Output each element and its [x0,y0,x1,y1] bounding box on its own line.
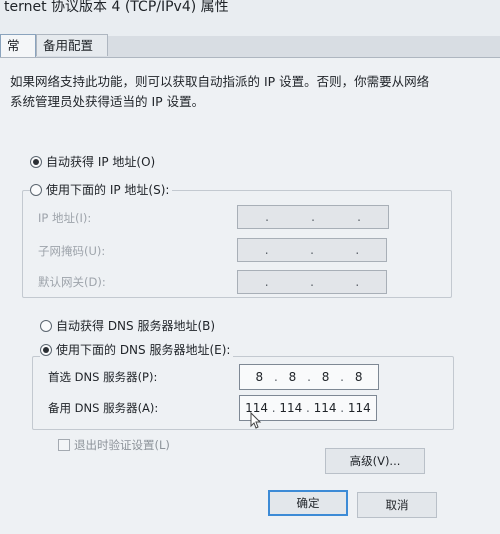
description-text: 如果网络支持此功能，则可以获取自动指派的 IP 设置。否则，你需要从网络 系统管… [10,74,430,109]
ok-button[interactable]: 确定 [268,490,348,516]
radio-button-icon[interactable] [40,343,52,356]
validate-on-exit-checkbox[interactable]: 退出时验证设置(L) [58,437,170,453]
preferred-dns-label: 首选 DNS 服务器(P): [48,370,158,384]
subnet-mask-label: 子网掩码(U): [38,244,106,258]
radio-button-icon[interactable] [30,183,42,196]
window-title: ternet 协议版本 4 (TCP/IPv4) 属性 [4,0,229,15]
cancel-button[interactable]: 取消 [357,492,437,518]
advanced-button[interactable]: 高级(V)... [325,448,425,474]
ip-address-label: IP 地址(I): [38,211,92,225]
ip-address-field[interactable]: ... [237,205,389,229]
window-title-bar: ternet 协议版本 4 (TCP/IPv4) 属性 [0,0,500,36]
radio-button-icon[interactable] [30,155,42,168]
radio-auto-dns[interactable]: 自动获得 DNS 服务器地址(B) [40,317,215,334]
default-gateway-label: 默认网关(D): [38,275,106,289]
tab-strip: 常规 备用配置 [0,34,500,75]
mouse-cursor-icon [250,412,262,429]
alternate-dns-label: 备用 DNS 服务器(A): [48,401,159,415]
subnet-mask-field[interactable]: ... [237,238,387,262]
preferred-dns-field[interactable]: 8. 8. 8. 8 [239,364,379,390]
tab-alternate-config[interactable]: 备用配置 [36,34,108,56]
radio-button-icon[interactable] [40,319,52,332]
radio-manual-dns[interactable]: 使用下面的 DNS 服务器地址(E): [40,341,234,358]
radio-manual-ip[interactable]: 使用下面的 IP 地址(S): [30,181,173,198]
default-gateway-field[interactable]: ... [237,270,387,294]
radio-auto-ip[interactable]: 自动获得 IP 地址(O) [30,153,155,170]
checkbox-icon[interactable] [58,439,70,451]
tab-general[interactable]: 常规 [0,34,36,75]
